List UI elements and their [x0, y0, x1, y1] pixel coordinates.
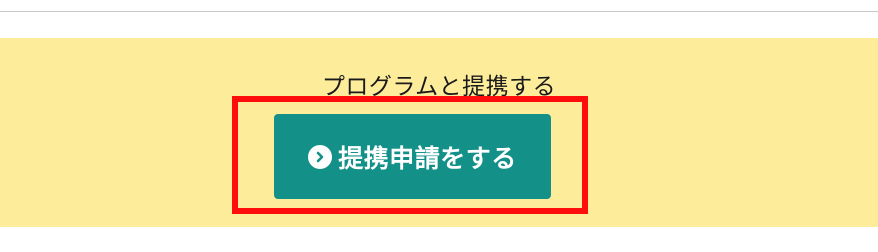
apply-partnership-button[interactable]: 提携申請をする	[274, 114, 551, 199]
top-divider	[0, 11, 878, 12]
chevron-right-circle-icon	[308, 144, 333, 169]
apply-button-label: 提携申請をする	[338, 143, 517, 173]
